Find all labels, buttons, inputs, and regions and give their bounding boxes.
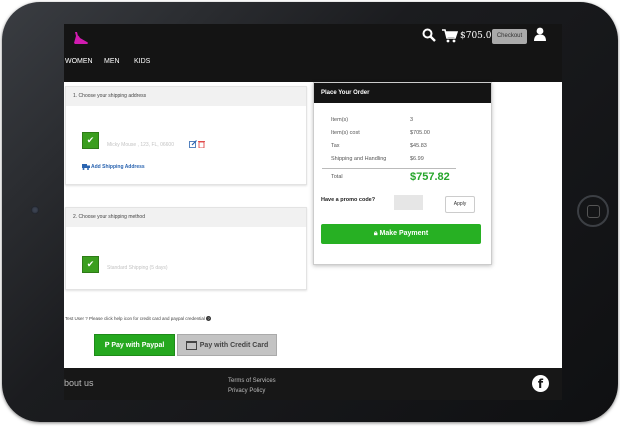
pay-with-credit-card-button[interactable]: Pay with Credit Card [177, 334, 277, 356]
divider [322, 168, 456, 169]
nav-men[interactable]: MEN [104, 58, 120, 65]
test-user-note: Test User ? Please click help icon for c… [65, 316, 212, 321]
facebook-icon[interactable]: f [532, 375, 549, 392]
user-icon[interactable] [533, 27, 547, 41]
cart-icon[interactable] [442, 29, 458, 43]
help-icon[interactable]: ? [206, 316, 212, 321]
nav-kids[interactable]: KIDS [134, 58, 150, 65]
make-payment-label: Make Payment [379, 230, 429, 237]
site-header: $705.00 Checkout WOMEN MEN KIDS [64, 24, 562, 82]
about-us-link[interactable]: bout us [64, 378, 94, 388]
promo-code-input[interactable] [394, 195, 423, 210]
total-label: Total [331, 174, 343, 180]
edit-icon[interactable] [189, 140, 197, 148]
shoe-logo-icon[interactable] [70, 28, 92, 48]
camera [31, 206, 39, 214]
items-cost-label: Item(s) cost [331, 130, 360, 136]
shipping-address-panel: 1. Choose your shipping address ✔ Micky … [65, 86, 307, 185]
shipping-method-panel: 2. Choose your shipping method ✔ Standar… [65, 207, 307, 290]
promo-label: Have a promo code? [321, 197, 376, 203]
tax-label: Tax [331, 143, 340, 149]
total-value: $757.82 [410, 171, 450, 183]
checkmark-icon: ✔ [86, 135, 95, 145]
paypal-label: Pay with Paypal [111, 342, 165, 349]
make-payment-button[interactable]: 🔒︎ Make Payment [321, 224, 481, 244]
shipping-address-title: 1. Choose your shipping address [66, 87, 306, 106]
screen: $705.00 Checkout WOMEN MEN KIDS 1. Choos… [64, 24, 562, 400]
checkmark-icon: ✔ [86, 259, 95, 269]
nav-women[interactable]: WOMEN [65, 58, 93, 65]
items-cost-value: $705.00 [410, 130, 430, 136]
tablet-frame: $705.00 Checkout WOMEN MEN KIDS 1. Choos… [2, 2, 618, 422]
place-order-title: Place Your Order [314, 83, 491, 103]
address-text: Micky Mouse , 123, FL, 06600 [107, 142, 174, 148]
apply-button[interactable]: Apply [445, 196, 475, 213]
trash-icon[interactable] [198, 140, 205, 148]
method-check[interactable]: ✔ [82, 256, 99, 273]
items-value: 3 [410, 117, 414, 123]
items-label: Item(s) [331, 117, 349, 123]
pay-with-paypal-button[interactable]: 𝐏 Pay with Paypal [94, 334, 175, 356]
site-footer: bout us Terms of Services Privacy Policy… [64, 368, 562, 400]
shipping-method-title: 2. Choose your shipping method [66, 208, 306, 227]
place-order-panel: Place Your Order Item(s) 3 Item(s) cost … [313, 82, 492, 265]
credit-card-icon [185, 340, 197, 350]
shipping-value: $6.99 [410, 156, 424, 162]
search-icon[interactable] [422, 28, 436, 42]
terms-link[interactable]: Terms of Services [228, 378, 276, 384]
shipping-label: Shipping and Handling [331, 156, 387, 162]
tax-value: $45.83 [410, 143, 427, 149]
address-check[interactable]: ✔ [82, 132, 99, 149]
add-shipping-address-link[interactable]: Add Shipping Address [91, 164, 145, 170]
home-button[interactable] [577, 195, 609, 227]
truck-icon [82, 164, 90, 170]
note-text: Test User ? Please click help icon for c… [65, 316, 205, 321]
privacy-link[interactable]: Privacy Policy [228, 388, 265, 394]
shipping-method-text: Standard Shipping (5 days) [107, 265, 168, 271]
checkout-button[interactable]: Checkout [492, 29, 527, 44]
credit-card-label: Pay with Credit Card [199, 342, 269, 349]
